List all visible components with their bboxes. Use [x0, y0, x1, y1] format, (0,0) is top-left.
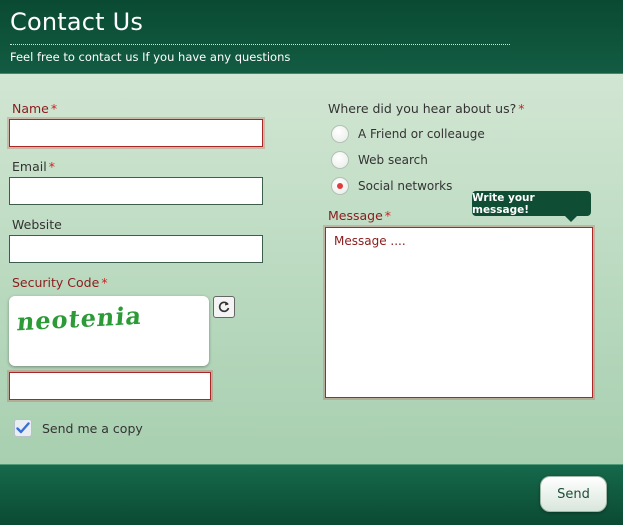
- security-code-label: Security Code *: [12, 275, 108, 291]
- refresh-icon: [218, 301, 230, 313]
- message-tooltip: Write your message!: [472, 191, 591, 222]
- name-input[interactable]: [9, 119, 263, 147]
- captcha-image: neotenia: [9, 296, 209, 366]
- checkmark-icon: [16, 422, 30, 434]
- radio-friend[interactable]: [331, 125, 349, 143]
- radio-friend-label: A Friend or colleauge: [358, 127, 485, 141]
- message-label: Message *: [328, 208, 391, 224]
- email-input[interactable]: [9, 177, 263, 205]
- website-input[interactable]: [9, 235, 263, 263]
- security-code-required-mark: *: [101, 275, 108, 290]
- captcha-text: neotenia: [15, 300, 144, 337]
- name-label: Name *: [12, 101, 57, 117]
- name-label-text: Name: [12, 101, 49, 116]
- source-required-mark: *: [518, 101, 525, 116]
- source-question-label: Where did you hear about us? *: [328, 101, 525, 117]
- email-label-text: Email: [12, 159, 47, 174]
- radio-web-search[interactable]: [331, 151, 349, 169]
- title-divider: [10, 44, 510, 45]
- page-title: Contact Us: [10, 8, 144, 36]
- message-required-mark: *: [384, 208, 392, 223]
- email-label: Email *: [12, 159, 55, 175]
- website-label-text: Website: [12, 217, 62, 232]
- send-copy-label: Send me a copy: [42, 421, 143, 436]
- security-code-input[interactable]: [9, 372, 211, 400]
- radio-social-networks[interactable]: [331, 177, 349, 195]
- header: Contact Us Feel free to contact us If yo…: [0, 0, 623, 74]
- send-button[interactable]: Send: [540, 476, 607, 512]
- radio-web-search-label: Web search: [358, 153, 428, 167]
- source-question-text: Where did you hear about us?: [328, 101, 517, 116]
- name-required-mark: *: [50, 101, 58, 116]
- message-label-text: Message: [328, 208, 383, 223]
- page-subtitle: Feel free to contact us If you have any …: [10, 50, 291, 64]
- radio-social-networks-label: Social networks: [358, 179, 453, 193]
- website-label: Website: [12, 217, 62, 233]
- form-footer: [0, 464, 623, 525]
- email-required-mark: *: [48, 159, 55, 174]
- security-code-label-text: Security Code: [12, 275, 100, 290]
- refresh-captcha-button[interactable]: [213, 296, 235, 318]
- message-textarea[interactable]: [325, 227, 593, 398]
- send-copy-checkbox[interactable]: [14, 419, 32, 437]
